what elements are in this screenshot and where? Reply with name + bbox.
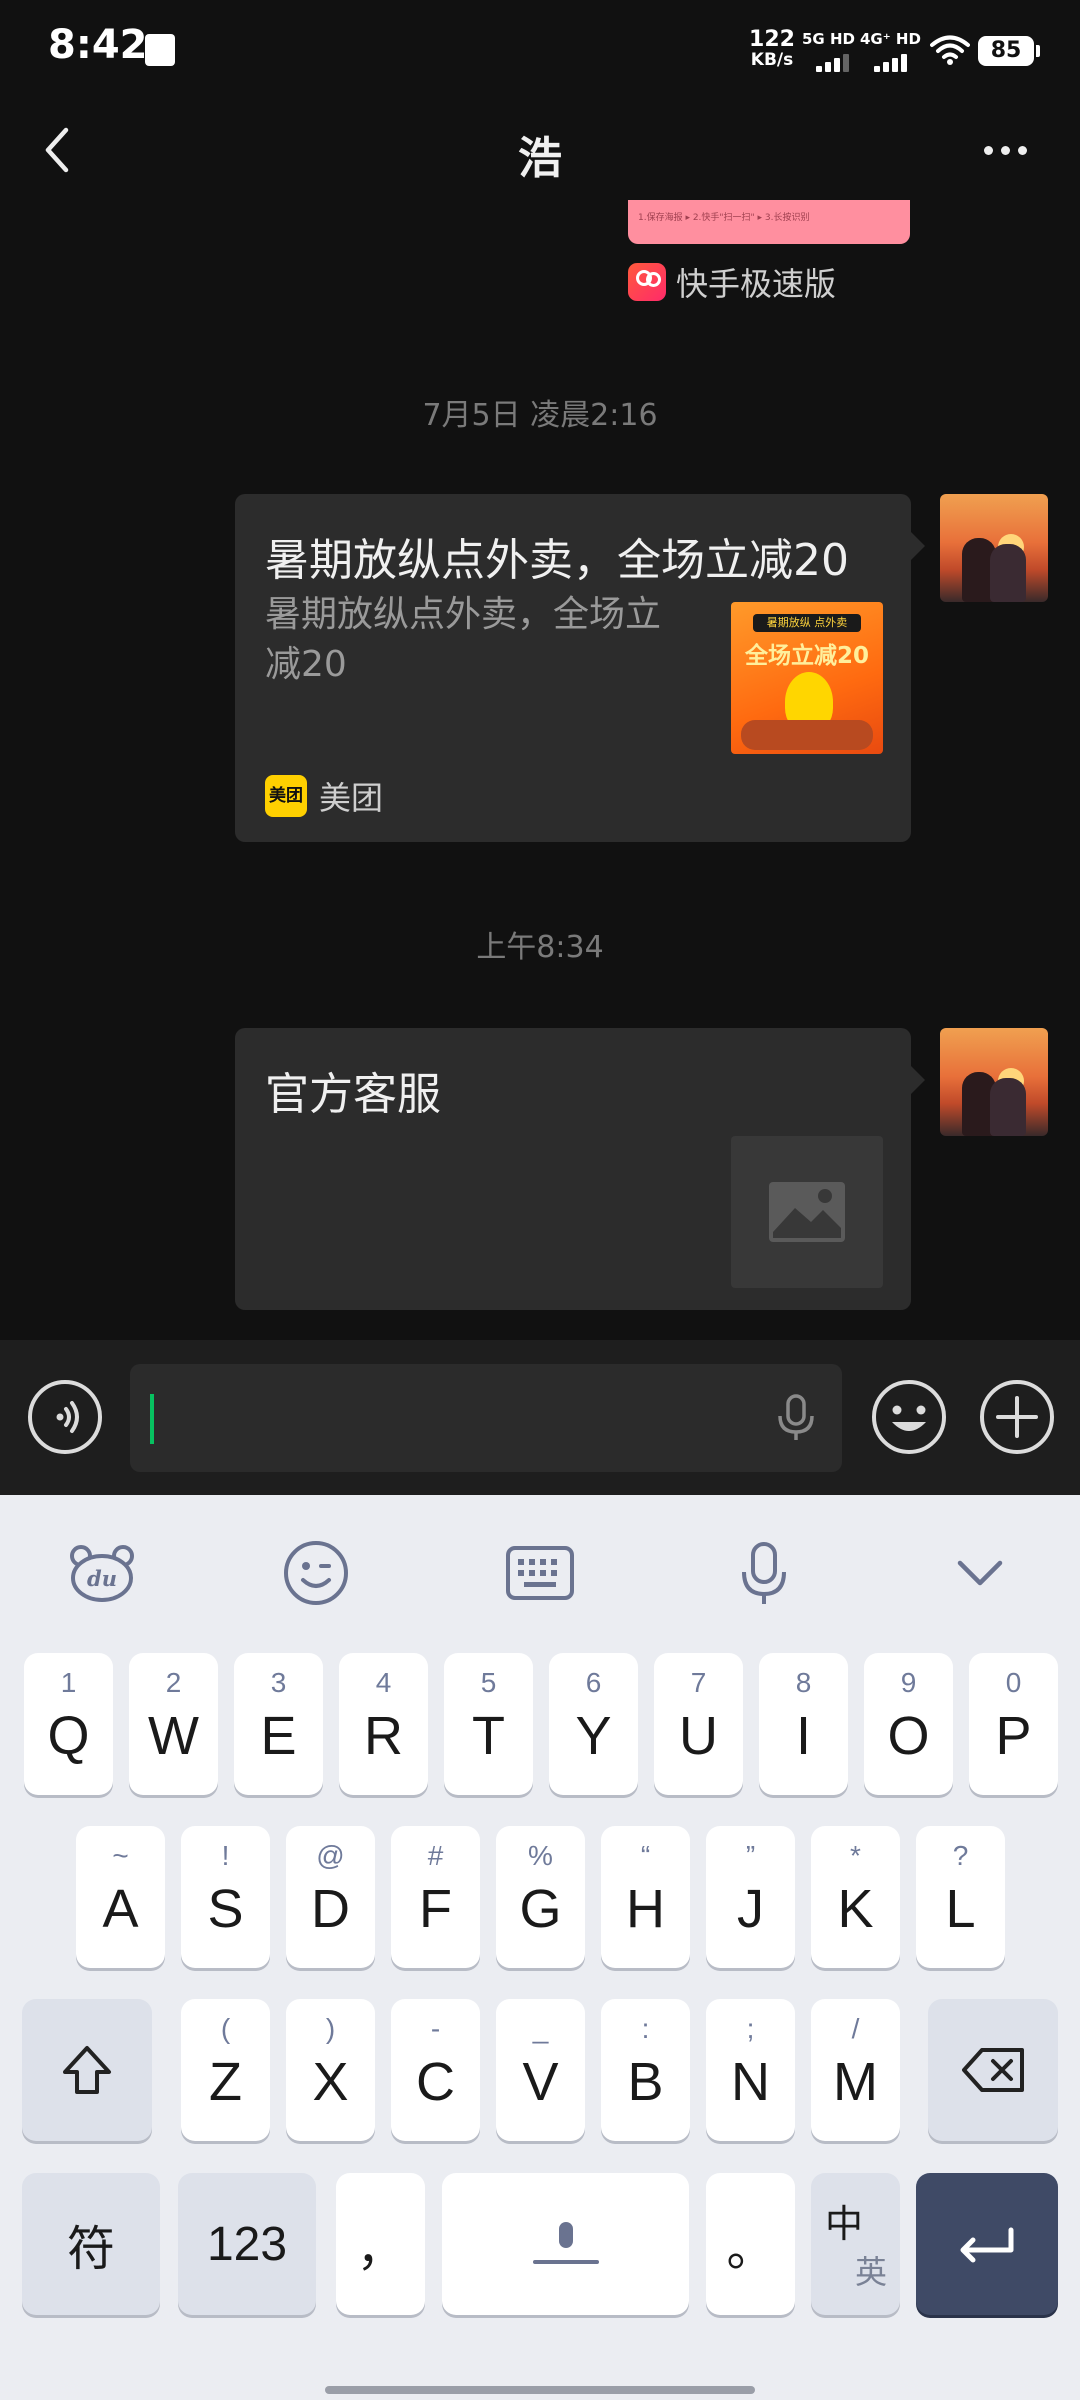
svg-text:du: du (87, 1566, 117, 1591)
shift-key[interactable] (22, 1999, 152, 2141)
voice-input-icon[interactable] (724, 1533, 804, 1613)
key-k[interactable]: * K (811, 1826, 900, 1968)
backspace-key[interactable] (928, 1999, 1058, 2141)
key-j[interactable]: ” J (706, 1826, 795, 1968)
status-bar: 8:42 122 KB/s 5G HD 4G⁺ HD 85 (0, 0, 1080, 100)
enter-key[interactable] (916, 2173, 1058, 2315)
key-h[interactable]: “H (601, 1826, 690, 1968)
kuaishou-share-card[interactable]: 1.保存海报 ▸ 2.快手"扫一扫" ▸ 3.长按识别 (628, 200, 910, 244)
sim2-label: 4G⁺ HD (860, 30, 921, 48)
key-n[interactable]: ; N (706, 1999, 795, 2141)
key-m[interactable]: / M (811, 1999, 900, 2141)
thumbnail-tag: 暑期放纵 点外卖 (753, 614, 861, 632)
key-x[interactable]: ) X (286, 1999, 375, 2141)
space-voice-key[interactable] (442, 2173, 689, 2315)
soft-keyboard: du 1Q 2W 3E 4 R 5 T 6 Y 7 U 8 I 9 O 0 P … (0, 1495, 1080, 2400)
key-r[interactable]: 4R (339, 1653, 428, 1795)
key-v[interactable]: _ V (496, 1999, 585, 2141)
status-time: 8:42 (48, 22, 148, 68)
sim1-signal-icon: 5G HD (802, 30, 862, 72)
network-speed: 122 KB/s (742, 27, 802, 71)
numbers-key[interactable]: 123 (178, 2173, 316, 2315)
message-input[interactable] (130, 1364, 842, 1472)
plus-icon[interactable] (978, 1378, 1056, 1456)
chat-title: 浩 (518, 133, 562, 184)
service-link-card[interactable]: 官方客服 (235, 1028, 925, 1310)
message-timestamp: 上午8:34 (476, 930, 604, 965)
key-g[interactable]: % G (496, 1826, 585, 1968)
key-q[interactable]: 1Q (24, 1653, 113, 1795)
enter-arrow-icon (960, 2227, 1014, 2263)
key-t[interactable]: 5T (444, 1653, 533, 1795)
meituan-link-card[interactable]: 暑期放纵点外卖，全场立减20 暑期放纵点外卖，全场立减20 暑期放纵 点外卖 全… (235, 494, 925, 842)
key-o[interactable]: 9O (864, 1653, 953, 1795)
key-i[interactable]: 8I (759, 1653, 848, 1795)
share-card-steps: 1.保存海报 ▸ 2.快手"扫一扫" ▸ 3.长按识别 (638, 213, 810, 223)
key-d[interactable]: @ D (286, 1826, 375, 1968)
lang-en-label: 英 (855, 2254, 888, 2290)
avatar[interactable] (940, 1028, 1048, 1136)
chat-header: 浩 (0, 100, 1080, 200)
key-y[interactable]: 6Y (549, 1653, 638, 1795)
notification-icon (145, 34, 175, 66)
key-p[interactable]: 0P (969, 1653, 1058, 1795)
link-card-source-label: 美团 (319, 779, 384, 817)
share-card-source: 快手极速版 (628, 262, 837, 303)
shift-arrow-icon (63, 2046, 111, 2094)
collapse-keyboard-icon[interactable] (940, 1533, 1020, 1613)
bear-logo-icon[interactable]: du (62, 1533, 142, 1613)
key-c[interactable]: -C (391, 1999, 480, 2141)
chat-input-bar (0, 1340, 1080, 1495)
backspace-icon (962, 2048, 1024, 2092)
key-u[interactable]: 7U (654, 1653, 743, 1795)
lang-cn-label: 中 (825, 2204, 864, 2246)
key-a[interactable]: ~ A (76, 1826, 165, 1968)
key-e[interactable]: 3E (234, 1653, 323, 1795)
message-timestamp: 7月5日 凌晨2:16 (422, 398, 658, 433)
network-speed-value: 122 (749, 27, 795, 52)
chat-message-list[interactable]: 1.保存海报 ▸ 2.快手"扫一扫" ▸ 3.长按识别 快手极速版 7月5日 凌… (0, 200, 1080, 1340)
meituan-logo-icon: 美团 (265, 775, 307, 817)
comma-key[interactable]: ， (336, 2173, 425, 2315)
keyboard-icon[interactable] (500, 1533, 580, 1613)
link-card-title: 暑期放纵点外卖，全场立减20 (265, 535, 849, 586)
key-z[interactable]: (Z (181, 1999, 270, 2141)
more-options-icon[interactable] (970, 120, 1040, 180)
link-card-title: 官方客服 (265, 1069, 441, 1120)
symbols-key[interactable]: 符 (22, 2173, 160, 2315)
key-l[interactable]: ? L (916, 1826, 1005, 1968)
key-b[interactable]: :B (601, 1999, 690, 2141)
thumbnail-headline: 全场立减20 (744, 643, 869, 669)
period-key[interactable]: 。 (706, 2173, 795, 2315)
key-f[interactable]: # F (391, 1826, 480, 1968)
share-card-source-label: 快手极速版 (676, 265, 837, 303)
kuaishou-logo-icon (628, 263, 666, 301)
key-w[interactable]: 2W (129, 1653, 218, 1795)
space-mic-icon (532, 2222, 599, 2264)
link-card-description: 暑期放纵点外卖，全场立减20 (265, 594, 662, 685)
link-card-thumbnail: 暑期放纵 点外卖 全场立减20 (731, 602, 883, 754)
emoji-icon[interactable] (870, 1378, 948, 1456)
network-speed-unit: KB/s (750, 50, 794, 70)
wink-emoji-icon[interactable] (276, 1533, 356, 1613)
language-toggle-key[interactable]: 中 英 (811, 2173, 900, 2315)
battery-icon: 85 (978, 36, 1040, 66)
wifi-icon (930, 35, 970, 65)
link-card-source: 美团 美团 (265, 774, 383, 818)
voice-mode-icon[interactable] (28, 1380, 102, 1454)
microphone-icon[interactable] (770, 1392, 822, 1444)
home-indicator[interactable] (325, 2386, 755, 2394)
sim1-label: 5G HD (802, 30, 855, 48)
avatar[interactable] (940, 494, 1048, 602)
key-s[interactable]: ! S (181, 1826, 270, 1968)
sim2-signal-icon: 4G⁺ HD (860, 30, 921, 72)
image-placeholder-icon (731, 1136, 883, 1288)
text-cursor (150, 1394, 154, 1444)
